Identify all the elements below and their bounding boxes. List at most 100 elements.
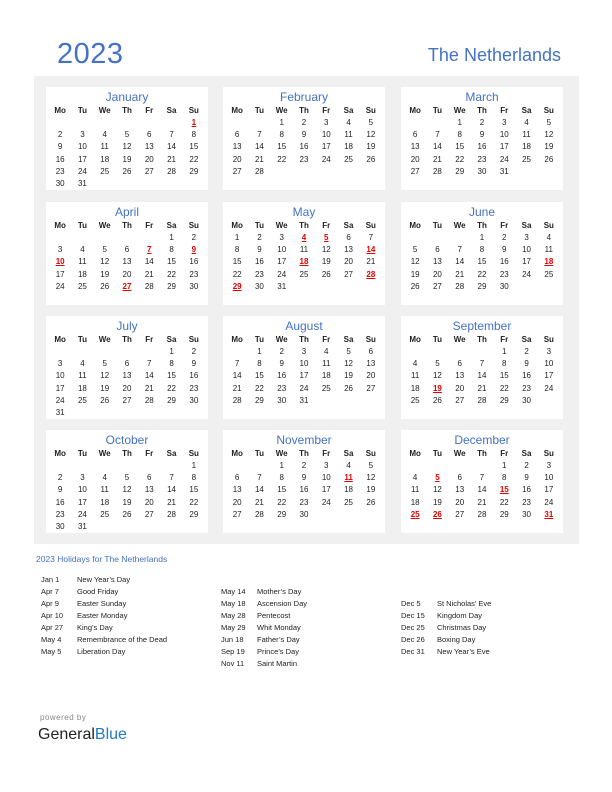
empty-day-cell [71,117,93,129]
day-cell: 25 [410,395,420,405]
day-cell: 31 [77,521,87,531]
week-row: 9 10 11 12 13 14 15 [46,141,208,153]
holiday-day-cell: 5 [435,473,440,483]
generalblue-logo[interactable]: GeneralBlue [38,726,127,744]
weekday-label: We [98,335,111,344]
empty-day-cell [183,178,205,190]
day-cell: 10 [55,371,65,381]
day-cell: 18 [100,497,110,507]
empty-day-cell [248,460,270,472]
empty-day-cell [449,232,471,244]
empty-day-cell [404,346,426,358]
day-cell: 17 [544,371,554,381]
holiday-item: Dec 31 New Year’s Eve [401,646,491,658]
day-cell: 22 [277,497,287,507]
day-cell: 27 [232,166,242,176]
weekday-label: Tu [432,106,443,115]
day-cell: 1 [279,118,284,127]
holiday-item: Dec 5 St Nicholas’ Eve [401,598,491,610]
empty-day-cell [49,117,71,129]
weekday-header-row: Mo Tu We Th Fr Sa Su [401,333,563,346]
day-cell: 25 [77,281,87,291]
day-cell: 29 [189,166,199,176]
empty-day-cell [337,281,359,293]
day-cell: 20 [344,257,353,267]
day-cell: 25 [344,497,353,507]
empty-day-cell [538,395,560,407]
week-row: 28 29 30 31 [223,395,385,407]
weekday-label: Su [365,106,376,115]
week-row: 20 21 22 23 24 25 26 [223,154,385,166]
week-row: 22 23 24 25 26 27 28 [223,269,385,281]
day-cell: 15 [167,371,176,381]
day-cell: 23 [299,497,309,507]
day-cell: 29 [499,509,509,519]
weekday-label: Fr [145,449,154,458]
day-cell: 5 [546,118,552,127]
week-row: 29 30 31 [223,281,385,293]
holiday-item: Apr 10 Easter Monday [41,610,167,622]
weekday-label: Fr [322,335,331,344]
month-november: November Mo Tu We Th Fr Sa Su 1 2 3 4 5 6 7 8 9 10 11 12 13 1… [223,430,385,533]
day-cell: 1 [457,118,462,127]
week-row: 4 5 6 7 8 9 10 [401,358,563,370]
brand-general-text: General [38,726,95,743]
empty-day-cell [404,460,426,472]
empty-day-cell [116,178,138,190]
empty-day-cell [160,460,182,472]
day-cell: 16 [299,485,309,495]
day-cell: 14 [455,257,465,267]
day-cell: 3 [301,347,307,356]
empty-day-cell [426,117,448,129]
day-cell: 16 [189,371,199,381]
day-cell: 29 [254,395,264,405]
day-cell: 13 [122,371,132,381]
weekday-label: Tu [254,449,265,458]
day-cell: 20 [366,371,376,381]
day-cell: 7 [457,245,462,255]
weekday-label: Th [122,335,132,344]
week-row: 4 5 6 7 8 9 10 [401,472,563,484]
week-row: 23 24 25 26 27 28 29 [46,509,208,521]
weekday-label: Fr [500,221,509,230]
month-april: April Mo Tu We Th Fr Sa Su 1 2 3 4 5 6 7 8 9 10 11 12 13 14 15… [46,202,208,305]
month-june: June Mo Tu We Th Fr Sa Su 1 2 3 4 5 6 7 8 9 10 11 12 13 14 15 1… [401,202,563,305]
week-row: 1 2 3 4 5 [401,117,563,129]
day-cell: 15 [477,257,487,267]
day-cell: 18 [522,142,531,152]
holiday-day-cell: 4 [301,233,307,242]
day-cell: 22 [189,497,199,507]
weekday-label: Tu [77,449,88,458]
day-cell: 24 [544,383,554,393]
powered-by-label: powered by [40,713,87,722]
day-cell: 20 [232,154,242,164]
week-row: 30 31 [46,521,208,533]
day-cell: 5 [102,245,107,255]
day-cell: 27 [366,383,376,393]
day-cell: 21 [232,383,242,393]
day-cell: 13 [232,485,242,495]
weekday-label: Mo [409,221,421,230]
holiday-date: May 28 [221,611,246,620]
day-cell: 3 [279,233,284,242]
day-cell: 25 [321,383,331,393]
day-cell: 12 [344,359,353,369]
day-cell: 6 [147,473,152,483]
day-cell: 24 [77,509,87,519]
holiday-date: Apr 27 [41,623,64,632]
week-row: 10 11 12 13 14 15 16 [46,370,208,382]
day-cell: 1 [502,347,507,356]
day-cell: 17 [321,485,331,495]
weekday-label: We [275,221,288,230]
day-cell: 19 [122,154,132,164]
day-cell: 19 [344,371,353,381]
day-cell: 16 [522,485,531,495]
day-cell: 13 [455,371,465,381]
empty-day-cell [226,346,248,358]
day-cell: 28 [477,395,487,405]
empty-day-cell [116,117,138,129]
day-cell: 18 [410,497,420,507]
weekday-label: Th [477,449,487,458]
holiday-item: Nov 11 Saint Martin [221,658,307,670]
weekday-label: We [98,449,111,458]
